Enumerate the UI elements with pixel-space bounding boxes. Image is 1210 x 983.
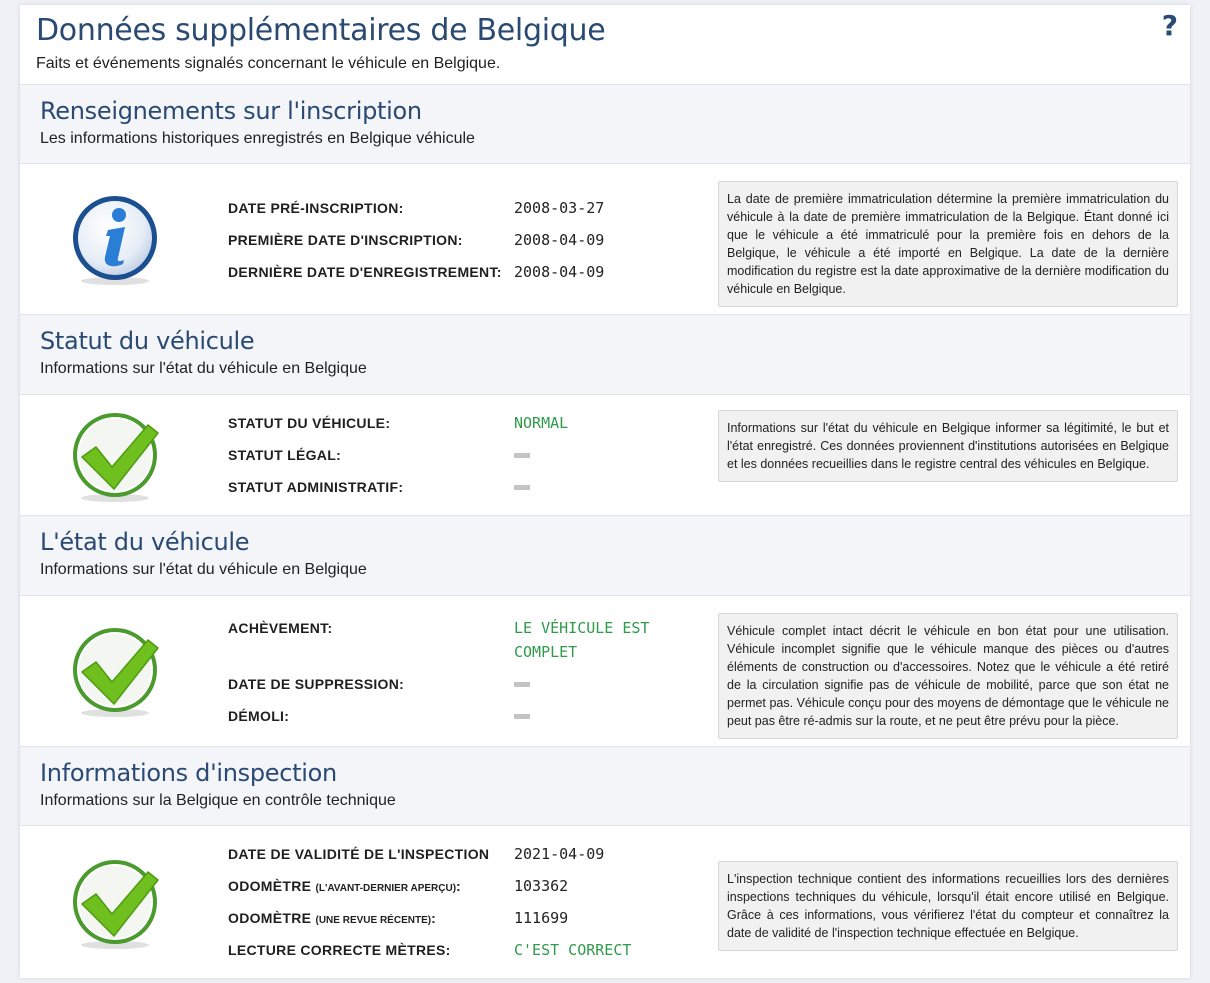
section-subtitle: Informations sur la Belgique en contrôle… [40,792,396,809]
condition-note: Véhicule complet intact décrit le véhicu… [718,613,1178,739]
inspection-note: L'inspection technique contient des info… [718,861,1178,951]
label-first-registration-date: Première date d'inscription: [228,232,463,248]
label-deletion-date: Date de suppression: [228,676,405,692]
label-correct-meter-reading: Lecture correcte mètres: [228,942,451,958]
section-body-status: Statut du véhicule: NORMAL Statut légal:… [20,395,1190,515]
label-completion: Achèvement: [228,620,333,636]
value-inspection-validity-date: 2021-04-09 [514,845,605,863]
section-subtitle: Informations sur l'état du véhicule en B… [40,360,367,377]
label-qualifier: (l'avant-dernier aperçu) [315,883,457,894]
section-header-inspection: Informations d'inspection Informations s… [20,746,1190,826]
label-administrative-status: Statut administratif: [228,479,404,495]
status-note: Informations sur l'état du véhicule en B… [718,410,1178,482]
value-deletion-date [514,672,714,696]
section-body-inspection: Date de validité de l'inspection 2021-04… [20,826,1190,978]
value-demolished [514,704,714,728]
page-title: Données supplémentaires de Belgique [36,13,606,48]
page-subtitle: Faits et événements signalés concernant … [36,55,501,72]
empty-dash [514,485,530,490]
section-subtitle: Les informations historiques enregistrés… [40,130,475,147]
section-header-condition: L'état du véhicule Informations sur l'ét… [20,515,1190,596]
section-body-condition: Achèvement: LE VÉHICULE EST COMPLET Date… [20,596,1190,746]
label-odometer-recent: Odomètre (une revue récente): [228,910,508,926]
section-title: Informations d'inspection [40,759,337,787]
section-title: L'état du véhicule [40,528,250,556]
section-header-status: Statut du véhicule Informations sur l'ét… [20,314,1190,395]
label-inspection-validity-date: Date de validité de l'inspection [228,846,490,862]
empty-dash [514,682,530,687]
value-pre-registration-date: 2008-03-27 [514,199,605,217]
section-title: Statut du véhicule [40,327,255,355]
section-header-registration: Renseignements sur l'inscription Les inf… [20,84,1190,164]
section-title: Renseignements sur l'inscription [40,97,422,125]
value-last-registration-date: 2008-04-09 [514,263,605,281]
info-note: La date de première immatriculation déte… [718,181,1178,307]
label-last-registration-date: Dernière date d'enregistrement: [228,264,502,280]
label-suffix: : [431,910,437,926]
value-first-registration-date: 2008-04-09 [514,231,605,249]
checkmark-icon [68,856,162,950]
section-subtitle: Informations sur l'état du véhicule en B… [40,561,367,578]
value-correct-meter-reading: C'EST CORRECT [514,941,632,959]
info-icon [68,192,162,286]
empty-dash [514,453,530,458]
label-text: Odomètre [228,878,312,894]
value-completion: LE VÉHICULE EST COMPLET [514,619,650,661]
value-vehicle-status: NORMAL [514,414,569,432]
checkmark-icon [68,624,162,718]
label-legal-status: Statut légal: [228,447,342,463]
label-pre-registration-date: Date pré-inscription: [228,200,404,216]
label-text: Odomètre [228,910,312,926]
belgium-data-card: Données supplémentaires de Belgique Fait… [20,5,1190,978]
label-odometer-previous: Odomètre (l'avant-dernier aperçu): [228,878,508,894]
label-vehicle-status: Statut du véhicule: [228,415,391,431]
section-body-registration: Date pré-inscription: 2008-03-27 Premièr… [20,164,1190,314]
value-odometer-recent: 111699 [514,909,569,927]
value-administrative-status [514,475,714,499]
label-qualifier: (une revue récente) [315,915,432,926]
value-legal-status [514,443,714,467]
empty-dash [514,714,530,719]
value-odometer-previous: 103362 [514,877,569,895]
label-suffix: : [456,878,461,894]
label-demolished: Démoli: [228,708,290,724]
checkmark-icon [68,409,162,503]
page-header: Données supplémentaires de Belgique Fait… [20,5,1190,85]
help-icon[interactable]: ? [1162,9,1178,42]
